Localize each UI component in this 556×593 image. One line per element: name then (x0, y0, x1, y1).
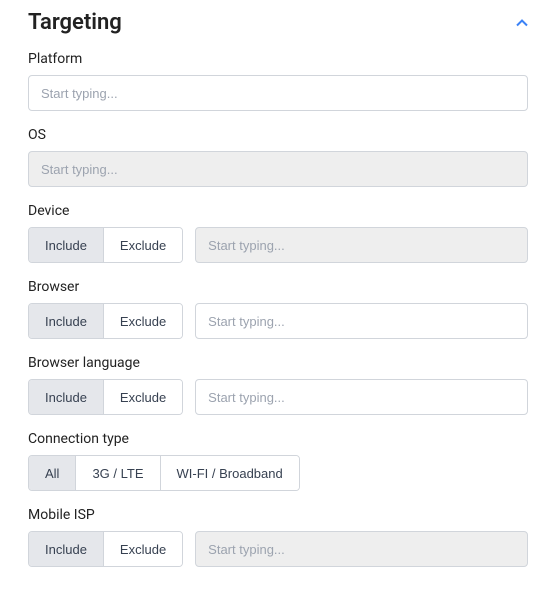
browser-language-toggle-group: Include Exclude (28, 379, 183, 415)
mobile-isp-label: Mobile ISP (28, 507, 528, 523)
browser-label: Browser (28, 279, 528, 295)
browser-language-input[interactable] (195, 379, 528, 415)
section-title: Targeting (28, 10, 122, 35)
device-label: Device (28, 203, 528, 219)
browser-include-button[interactable]: Include (29, 304, 104, 338)
browser-field: Browser Include Exclude (28, 279, 528, 339)
browser-language-label: Browser language (28, 355, 528, 371)
chevron-up-icon[interactable] (516, 16, 528, 30)
browser-language-include-button[interactable]: Include (29, 380, 104, 414)
browser-language-exclude-button[interactable]: Exclude (104, 380, 182, 414)
connection-type-field: Connection type All 3G / LTE WI-FI / Bro… (28, 431, 528, 491)
connection-type-toggle-group: All 3G / LTE WI-FI / Broadband (28, 455, 300, 491)
os-field: OS (28, 127, 528, 187)
os-input[interactable] (28, 151, 528, 187)
browser-input[interactable] (195, 303, 528, 339)
os-label: OS (28, 127, 528, 143)
connection-wifi-button[interactable]: WI-FI / Broadband (161, 456, 299, 490)
section-header: Targeting (28, 10, 528, 35)
device-toggle-group: Include Exclude (28, 227, 183, 263)
browser-language-field: Browser language Include Exclude (28, 355, 528, 415)
connection-type-label: Connection type (28, 431, 528, 447)
device-input[interactable] (195, 227, 528, 263)
connection-all-button[interactable]: All (29, 456, 76, 490)
device-exclude-button[interactable]: Exclude (104, 228, 182, 262)
browser-exclude-button[interactable]: Exclude (104, 304, 182, 338)
browser-toggle-group: Include Exclude (28, 303, 183, 339)
mobile-isp-input[interactable] (195, 531, 528, 567)
device-include-button[interactable]: Include (29, 228, 104, 262)
connection-3g-button[interactable]: 3G / LTE (76, 456, 160, 490)
platform-label: Platform (28, 51, 528, 67)
platform-field: Platform (28, 51, 528, 111)
mobile-isp-toggle-group: Include Exclude (28, 531, 183, 567)
device-field: Device Include Exclude (28, 203, 528, 263)
platform-input[interactable] (28, 75, 528, 111)
mobile-isp-field: Mobile ISP Include Exclude (28, 507, 528, 567)
